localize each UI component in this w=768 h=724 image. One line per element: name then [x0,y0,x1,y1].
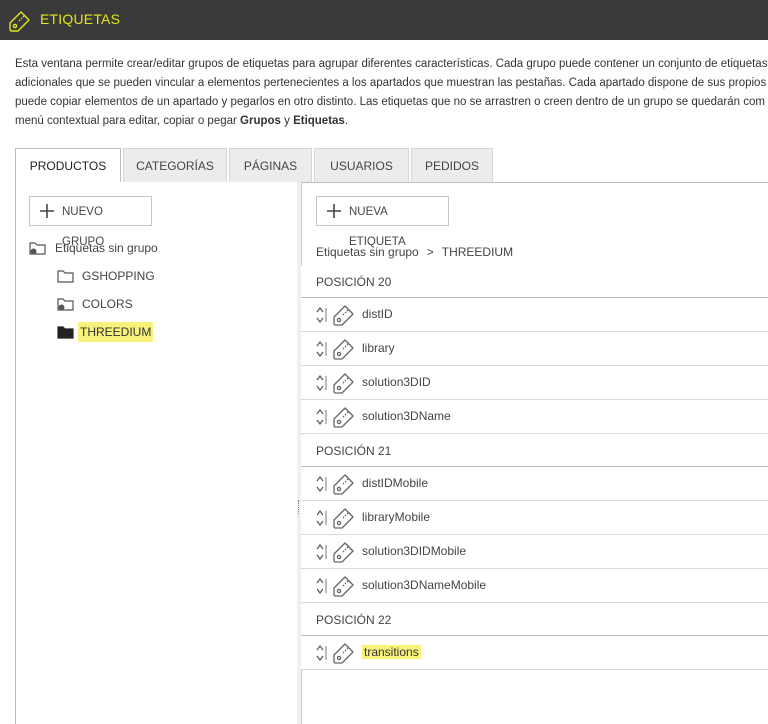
tag-row[interactable]: solution3DName [301,400,768,434]
tab-usuarios[interactable]: USUARIOS [314,148,409,182]
tag-row[interactable]: distIDMobile [301,467,768,501]
reorder-handle-icon[interactable] [314,340,328,358]
tag-row[interactable]: solution3DIDMobile [301,535,768,569]
tag-icon [331,640,357,666]
tree-item-ungrouped[interactable]: Etiquetas sin grupo [29,238,229,258]
tag-icon [331,471,357,497]
tag-name: solution3DIDMobile [362,544,467,558]
tree-item-label: GSHOPPING [82,269,155,283]
plus-icon [327,204,341,218]
reorder-handle-icon[interactable] [314,577,328,595]
groups-panel [15,182,299,724]
description-line: puede copiar elementos de un apartado y … [15,96,765,108]
position-group-header[interactable]: POSICIÓN 20 [301,266,768,298]
tree-item-gshopping[interactable]: GSHOPPING [57,266,257,286]
title-bar: ETIQUETAS [0,0,768,40]
new-tag-label: NUEVA ETIQUETA [349,206,406,248]
tag-name: distID [362,307,393,321]
tag-icon [331,505,357,531]
description-text: Esta ventana permite crear/editar grupos… [15,55,768,131]
tree-item-threedium[interactable]: THREEDIUM [57,322,257,342]
position-group-header[interactable]: POSICIÓN 22 [301,604,768,636]
reorder-handle-icon[interactable] [314,543,328,561]
breadcrumb-current: THREEDIUM [441,245,514,259]
tag-icon [331,404,357,430]
tag-name: solution3DName [362,409,451,423]
plus-icon [40,204,54,218]
new-tag-button[interactable]: NUEVA ETIQUETA [316,196,449,248]
reorder-handle-icon[interactable] [314,475,328,493]
tab-productos[interactable]: PRODUCTOS [15,148,121,184]
tag-icon [331,539,357,565]
reorder-handle-icon[interactable] [314,374,328,392]
reorder-handle-icon[interactable] [314,644,328,662]
tree-item-label: Etiquetas sin grupo [55,241,158,255]
reorder-handle-icon[interactable] [314,306,328,324]
position-group-header[interactable]: POSICIÓN 21 [301,435,768,467]
breadcrumb-root[interactable]: Etiquetas sin grupo [316,245,419,259]
breadcrumb: Etiquetas sin grupo > THREEDIUM [316,245,513,259]
tag-icon [331,336,357,362]
breadcrumb-separator: > [426,245,434,259]
folder-filled-icon [57,326,74,339]
tag-name: solution3DID [362,375,431,389]
description-line: Esta ventana permite crear/editar grupos… [15,58,768,70]
tag-row[interactable]: distID [301,298,768,332]
tag-icon [331,573,357,599]
tag-icon [331,302,357,328]
tree-item-label: COLORS [82,297,133,311]
tag-name: distIDMobile [362,476,429,490]
tag-row[interactable]: transitions [301,636,768,670]
tag-name: transitions [362,636,421,669]
tab-categorias[interactable]: CATEGORÍAS [123,148,227,182]
tree-item-label: THREEDIUM [78,322,154,342]
tag-row[interactable]: libraryMobile [301,501,768,535]
tab-pedidos[interactable]: PEDIDOS [411,148,493,182]
highlighted-tag-name: transitions [362,645,421,659]
tag-name: library [362,341,395,355]
window-title: ETIQUETAS [40,11,121,27]
tag-row[interactable]: solution3DID [301,366,768,400]
description-line: menú contextual para editar, copiar o pe… [15,115,349,127]
tag-row[interactable]: library [301,332,768,366]
description-line: adicionales que se pueden vincular a ele… [15,77,768,89]
folder-tag-icon [57,298,74,311]
tag-name: solution3DNameMobile [362,578,487,592]
tag-icon [9,11,30,32]
folder-tag-icon [29,242,46,255]
tag-row[interactable]: solution3DNameMobile [301,569,768,603]
tag-name: libraryMobile [362,510,431,524]
folder-icon [57,270,74,283]
tree-item-colors[interactable]: COLORS [57,294,257,314]
reorder-handle-icon[interactable] [314,509,328,527]
tag-icon [331,370,357,396]
reorder-handle-icon[interactable] [314,408,328,426]
tab-paginas[interactable]: PÁGINAS [229,148,312,182]
new-group-button[interactable]: NUEVO GRUPO [29,196,152,248]
